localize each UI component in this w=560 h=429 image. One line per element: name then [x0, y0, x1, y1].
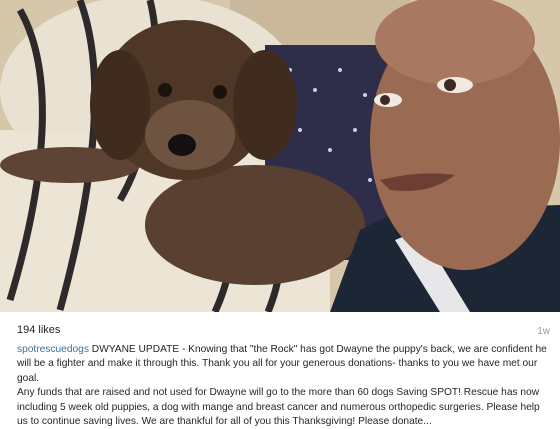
post-caption-area: 194 likes 1w spotrescuedogs DWYANE UPDAT… — [0, 312, 560, 427]
username-link[interactable]: spotrescuedogs — [17, 344, 89, 355]
dog-nose — [168, 134, 196, 156]
caption-text-1: DWYANE UPDATE - Knowing that "the Rock" … — [17, 344, 547, 384]
post-photo[interactable] — [0, 0, 560, 312]
post-timestamp: 1w — [537, 326, 550, 337]
caption-paragraph-1: spotrescuedogs DWYANE UPDATE - Knowing t… — [17, 343, 552, 386]
caption-text-2: Any funds that are raised and not used f… — [17, 387, 540, 428]
dog-muzzle — [145, 100, 235, 170]
dog-ear-right — [233, 50, 297, 160]
dog-eye-left — [158, 83, 172, 97]
dog-ear-left — [90, 50, 150, 160]
photo-illustration — [0, 0, 560, 312]
instagram-post: 194 likes 1w spotrescuedogs DWYANE UPDAT… — [0, 0, 560, 427]
post-caption: spotrescuedogs DWYANE UPDATE - Knowing t… — [17, 343, 552, 429]
dog-eye-right — [213, 85, 227, 99]
dog-body — [145, 165, 365, 285]
likes-count[interactable]: 194 likes — [17, 324, 60, 336]
